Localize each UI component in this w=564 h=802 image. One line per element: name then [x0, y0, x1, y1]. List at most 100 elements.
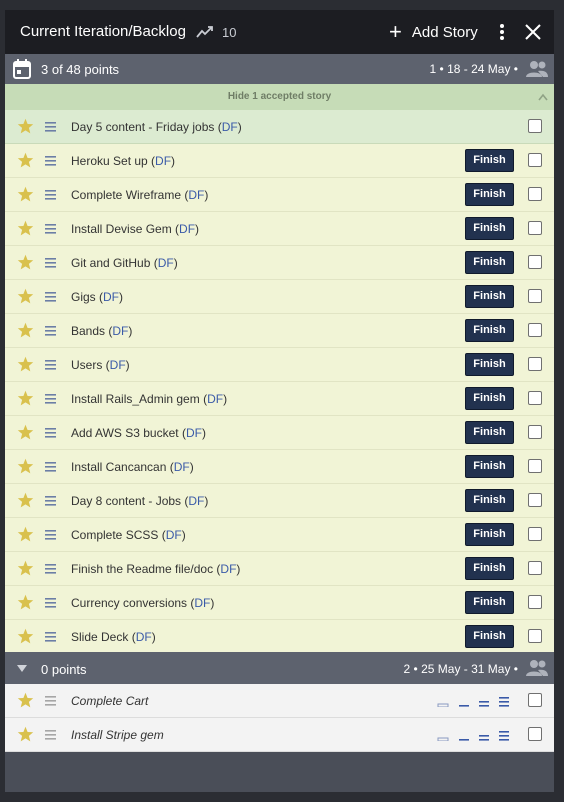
story-title[interactable]: Install Stripe gem — [71, 728, 164, 742]
finish-button[interactable]: Finish — [465, 421, 514, 444]
story-owner[interactable]: DF — [220, 562, 236, 576]
story-title[interactable]: Install Rails_Admin gem (DF) — [71, 392, 227, 406]
drag-handle-icon[interactable] — [45, 190, 56, 200]
drag-handle-icon[interactable] — [45, 258, 56, 268]
story-title[interactable]: Users (DF) — [71, 358, 130, 372]
story-title[interactable]: Finish the Readme file/doc (DF) — [71, 562, 240, 576]
drag-handle-icon[interactable] — [45, 462, 56, 472]
people-icon[interactable] — [525, 60, 549, 78]
story-row[interactable]: Complete Wireframe (DF) Finish — [5, 178, 554, 212]
drag-handle-icon[interactable] — [45, 598, 56, 608]
story-owner[interactable]: DF — [136, 630, 152, 644]
story-row[interactable]: Install Cancancan (DF) Finish — [5, 450, 554, 484]
backlog-story-row[interactable]: Install Stripe gem — [5, 718, 554, 752]
people-icon[interactable] — [525, 659, 549, 677]
drag-handle-icon[interactable] — [45, 292, 56, 302]
select-checkbox[interactable] — [528, 561, 542, 575]
finish-button[interactable]: Finish — [465, 285, 514, 308]
select-checkbox[interactable] — [528, 221, 542, 235]
finish-button[interactable]: Finish — [465, 319, 514, 342]
finish-button[interactable]: Finish — [465, 591, 514, 614]
story-title[interactable]: Bands (DF) — [71, 324, 132, 338]
drag-handle-icon[interactable] — [45, 156, 56, 166]
drag-handle-icon[interactable] — [45, 326, 56, 336]
story-row[interactable]: Bands (DF) Finish — [5, 314, 554, 348]
story-title[interactable]: Heroku Set up (DF) — [71, 154, 175, 168]
select-checkbox[interactable] — [528, 391, 542, 405]
story-owner[interactable]: DF — [166, 528, 182, 542]
story-owner[interactable]: DF — [207, 392, 223, 406]
drag-handle-icon[interactable] — [45, 360, 56, 370]
backlog-story-row[interactable]: Complete Cart — [5, 684, 554, 718]
drag-handle-icon[interactable] — [45, 428, 56, 438]
story-title[interactable]: Install Cancancan (DF) — [71, 460, 194, 474]
estimate-bars-icon[interactable] — [478, 729, 490, 741]
estimate-bars-icon[interactable] — [498, 695, 510, 707]
drag-handle-icon[interactable] — [45, 696, 56, 706]
chevron-down-icon[interactable] — [17, 665, 27, 672]
finish-button[interactable]: Finish — [465, 489, 514, 512]
story-title[interactable]: Gigs (DF) — [71, 290, 123, 304]
story-owner[interactable]: DF — [222, 120, 238, 134]
drag-handle-icon[interactable] — [45, 530, 56, 540]
select-checkbox[interactable] — [528, 527, 542, 541]
story-owner[interactable]: DF — [174, 460, 190, 474]
close-icon[interactable] — [524, 23, 542, 41]
drag-handle-icon[interactable] — [45, 224, 56, 234]
story-owner[interactable]: DF — [186, 426, 202, 440]
finish-button[interactable]: Finish — [465, 455, 514, 478]
drag-handle-icon[interactable] — [45, 730, 56, 740]
estimate-bars-icon[interactable] — [478, 695, 490, 707]
story-owner[interactable]: DF — [179, 222, 195, 236]
finish-button[interactable]: Finish — [465, 625, 514, 648]
select-checkbox[interactable] — [528, 425, 542, 439]
estimate-bars-icon[interactable] — [437, 729, 449, 741]
estimate-bars-icon[interactable] — [437, 695, 449, 707]
select-checkbox[interactable] — [528, 595, 542, 609]
story-owner[interactable]: DF — [110, 358, 126, 372]
select-checkbox[interactable] — [528, 289, 542, 303]
finish-button[interactable]: Finish — [465, 183, 514, 206]
story-row[interactable]: Slide Deck (DF) Finish — [5, 620, 554, 654]
estimate-bars-icon[interactable] — [498, 729, 510, 741]
drag-handle-icon[interactable] — [45, 564, 56, 574]
accepted-toggle[interactable]: Hide 1 accepted story — [5, 84, 554, 110]
finish-button[interactable]: Finish — [465, 251, 514, 274]
select-checkbox[interactable] — [528, 187, 542, 201]
finish-button[interactable]: Finish — [465, 387, 514, 410]
story-title[interactable]: Add AWS S3 bucket (DF) — [71, 426, 206, 440]
more-vertical-icon[interactable] — [496, 23, 508, 41]
select-checkbox[interactable] — [528, 629, 542, 643]
story-row[interactable]: Users (DF) Finish — [5, 348, 554, 382]
story-row[interactable]: Install Rails_Admin gem (DF) Finish — [5, 382, 554, 416]
story-row[interactable]: Add AWS S3 bucket (DF) Finish — [5, 416, 554, 450]
story-title[interactable]: Complete Cart — [71, 694, 148, 708]
select-checkbox[interactable] — [528, 459, 542, 473]
story-row[interactable]: Git and GitHub (DF) Finish — [5, 246, 554, 280]
story-row[interactable]: Currency conversions (DF) Finish — [5, 586, 554, 620]
story-title[interactable]: Day 8 content - Jobs (DF) — [71, 494, 208, 508]
story-title[interactable]: Currency conversions (DF) — [71, 596, 214, 610]
add-story-button[interactable]: + Add Story — [389, 20, 478, 44]
story-owner[interactable]: DF — [155, 154, 171, 168]
story-owner[interactable]: DF — [194, 596, 210, 610]
drag-handle-icon[interactable] — [45, 496, 56, 506]
story-row[interactable]: Day 8 content - Jobs (DF) Finish — [5, 484, 554, 518]
story-title[interactable]: Slide Deck (DF) — [71, 630, 156, 644]
finish-button[interactable]: Finish — [465, 557, 514, 580]
story-owner[interactable]: DF — [188, 188, 204, 202]
select-checkbox[interactable] — [528, 119, 542, 133]
story-owner[interactable]: DF — [103, 290, 119, 304]
story-title[interactable]: Git and GitHub (DF) — [71, 256, 178, 270]
story-title[interactable]: Complete SCSS (DF) — [71, 528, 186, 542]
select-checkbox[interactable] — [528, 357, 542, 371]
finish-button[interactable]: Finish — [465, 353, 514, 376]
finish-button[interactable]: Finish — [465, 149, 514, 172]
select-checkbox[interactable] — [528, 255, 542, 269]
story-row[interactable]: Gigs (DF) Finish — [5, 280, 554, 314]
story-title[interactable]: Complete Wireframe (DF) — [71, 188, 208, 202]
story-title[interactable]: Day 5 content - Friday jobs (DF) — [71, 120, 242, 134]
story-title[interactable]: Install Devise Gem (DF) — [71, 222, 199, 236]
select-checkbox[interactable] — [528, 153, 542, 167]
estimate-bars-icon[interactable] — [458, 729, 470, 741]
